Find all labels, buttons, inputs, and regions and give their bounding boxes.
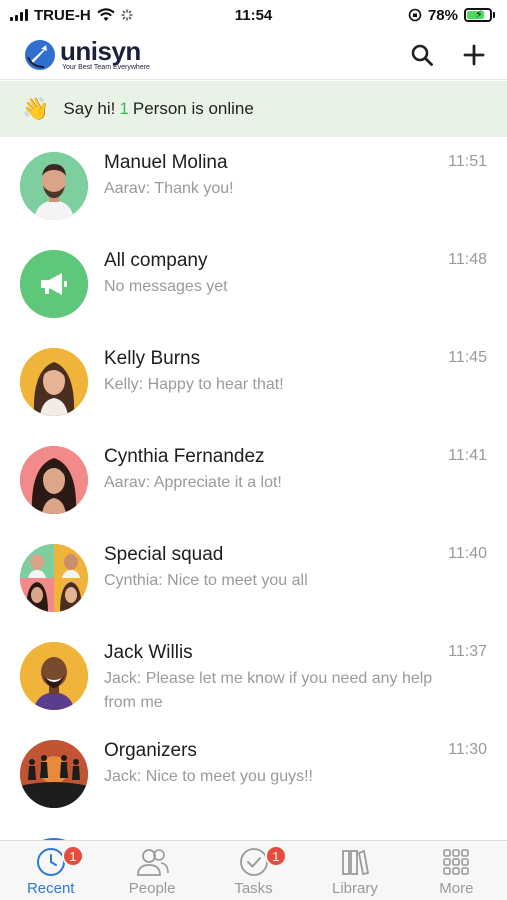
chat-name: Cynthia Fernandez xyxy=(104,446,265,467)
signal-icon xyxy=(10,9,28,21)
chat-time: 11:51 xyxy=(448,153,487,170)
chat-item-partial[interactable] xyxy=(0,823,507,840)
tab-bar: 1 Recent People 1 Tasks Library More xyxy=(0,840,507,900)
tab-label: People xyxy=(128,880,176,897)
tab-library[interactable]: Library xyxy=(304,841,405,900)
chat-item[interactable]: Organizers Jack: Nice to meet you guys!!… xyxy=(0,725,507,823)
chat-preview: Aarav: Appreciate it a lot! xyxy=(104,474,282,491)
books-icon xyxy=(342,849,369,876)
tab-people[interactable]: People xyxy=(101,841,202,900)
chat-name: Kelly Burns xyxy=(104,348,201,369)
clock-icon xyxy=(36,848,65,876)
avatar xyxy=(20,544,88,612)
people-icon xyxy=(137,849,169,876)
chat-time: 11:40 xyxy=(448,545,487,562)
chat-time: 11:48 xyxy=(448,251,487,268)
chat-time: 11:30 xyxy=(448,741,487,758)
chat-preview: Kelly: Happy to hear that! xyxy=(104,376,284,393)
orientation-lock-icon xyxy=(408,8,422,22)
chat-preview: Aarav: Thank you! xyxy=(104,180,234,197)
tab-tasks[interactable]: 1 Tasks xyxy=(203,841,304,900)
grid-icon xyxy=(443,849,470,875)
chat-name: Manuel Molina xyxy=(104,152,228,173)
app-header: unisyn Your Best Team Everywhere xyxy=(0,30,507,80)
battery-percent: 78% xyxy=(427,6,458,24)
activity-icon xyxy=(121,9,133,21)
megaphone-icon xyxy=(20,250,88,318)
chat-name: All company xyxy=(104,250,208,271)
search-icon[interactable] xyxy=(411,44,433,66)
avatar xyxy=(20,152,88,220)
tab-badge: 1 xyxy=(62,845,84,867)
tab-recent[interactable]: 1 Recent xyxy=(0,841,101,900)
chat-item[interactable]: Cynthia Fernandez Aarav: Appreciate it a… xyxy=(0,431,507,529)
chat-preview: No messages yet xyxy=(104,278,228,295)
chat-name: Organizers xyxy=(104,740,197,761)
carrier-label: TRUE-H xyxy=(34,6,91,24)
app-logo: unisyn Your Best Team Everywhere xyxy=(24,38,150,71)
tab-more[interactable]: More xyxy=(406,841,507,900)
chat-item[interactable]: Kelly Burns Kelly: Happy to hear that! 1… xyxy=(0,333,507,431)
banner-greeting: Say hi! xyxy=(63,99,116,118)
chat-time: 11:41 xyxy=(448,447,487,464)
avatar xyxy=(20,348,88,416)
tab-badge: 1 xyxy=(264,845,287,867)
online-count: 1 xyxy=(119,99,129,118)
chat-preview: Jack: Please let me know if you need any… xyxy=(104,670,433,711)
chat-preview: Cynthia: Nice to meet you all xyxy=(104,572,308,589)
tab-label: Tasks xyxy=(234,880,273,897)
chat-item[interactable]: Special squad Cynthia: Nice to meet you … xyxy=(0,529,507,627)
status-bar: TRUE-H 11:54 78% ⚡ xyxy=(0,0,507,30)
chat-time: 11:45 xyxy=(448,349,487,366)
avatar xyxy=(20,446,88,514)
wifi-icon xyxy=(97,8,115,21)
app-name: unisyn xyxy=(60,36,141,66)
waving-hand-icon: 👋 xyxy=(22,96,50,121)
avatar xyxy=(20,740,88,808)
tab-label: Recent xyxy=(26,880,75,897)
chat-item[interactable]: Jack Willis Jack: Please let me know if … xyxy=(0,627,507,725)
tab-label: More xyxy=(439,880,474,897)
status-right: 78% ⚡ xyxy=(408,7,495,24)
online-banner[interactable]: 👋 Say hi! 1 Person is online xyxy=(0,81,507,137)
chat-name: Special squad xyxy=(104,544,224,565)
chat-preview: Jack: Nice to meet you guys!! xyxy=(104,768,313,785)
chat-time: 11:37 xyxy=(448,643,487,660)
avatar xyxy=(20,642,88,710)
app-tagline: Your Best Team Everywhere xyxy=(62,64,150,71)
banner-online-text: Person is online xyxy=(132,99,254,118)
chat-name: Jack Willis xyxy=(104,642,193,663)
logo-mark-icon xyxy=(25,39,55,70)
avatar xyxy=(20,250,88,318)
chat-item[interactable]: All company No messages yet 11:48 xyxy=(0,235,507,333)
plus-icon[interactable] xyxy=(463,44,485,66)
battery-icon: ⚡ xyxy=(464,8,495,22)
status-left: TRUE-H xyxy=(10,7,133,24)
check-circle-icon xyxy=(239,848,268,876)
chat-item[interactable]: Manuel Molina Aarav: Thank you! 11:51 xyxy=(0,137,507,235)
tab-label: Library xyxy=(331,880,378,897)
chat-list: Manuel Molina Aarav: Thank you! 11:51 Al… xyxy=(0,137,507,840)
